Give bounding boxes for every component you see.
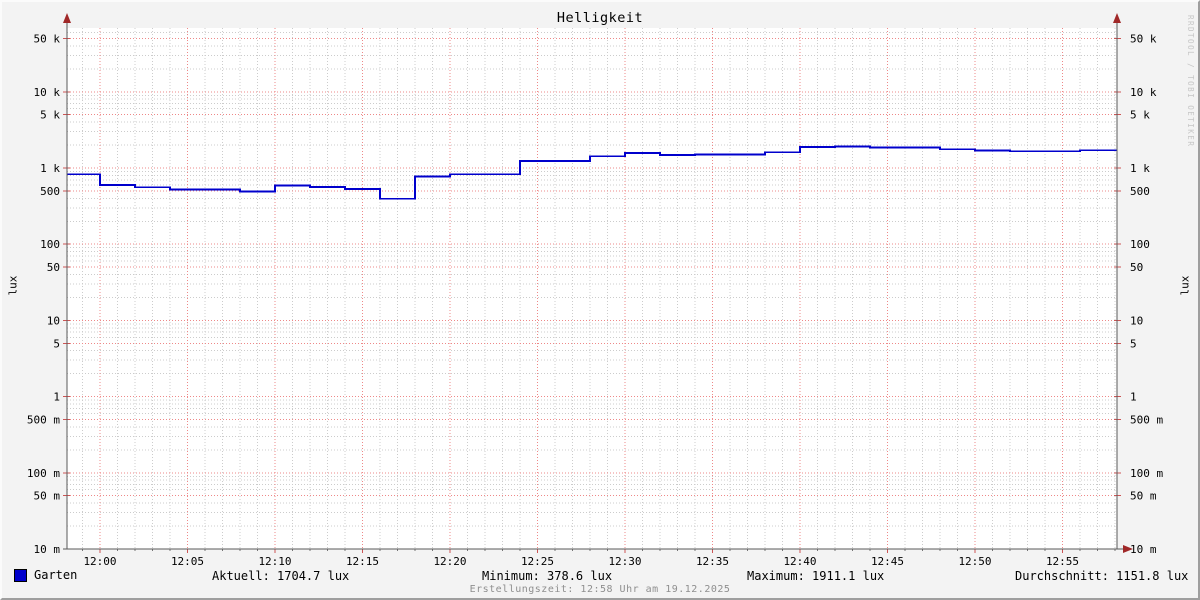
y-axis-unit-right: lux — [1178, 275, 1192, 296]
y-tick-label-left: 100 m — [27, 467, 60, 480]
y-axis-unit-left: lux — [6, 275, 20, 296]
y-tick-label-right: 50 m — [1130, 490, 1157, 503]
y-tick-label-right: 100 m — [1130, 467, 1163, 480]
chart-canvas: 50 k 50 k 10 k 10 k 5 k 5 k 1 k 1 k 500 500 100 100… — [27, 13, 1163, 568]
x-tick-label: 12:10 — [258, 555, 291, 568]
y-tick-label-right: 500 m — [1130, 414, 1163, 427]
y-axis-arrow-left — [63, 13, 71, 23]
legend-color-swatch — [14, 568, 27, 582]
y-tick-label-left: 1 — [53, 391, 60, 404]
y-tick-label-right: 50 k — [1130, 33, 1157, 46]
y-tick-label-right: 1 — [1130, 391, 1137, 404]
x-tick-label: 12:35 — [696, 555, 729, 568]
x-tick-label: 12:20 — [433, 555, 466, 568]
legend-garten: Garten — [14, 568, 77, 582]
y-tick-label-right: 10 m — [1130, 543, 1157, 556]
x-tick-label: 12:00 — [83, 555, 116, 568]
stat-minimum: Minimum: 378.6 lux — [482, 569, 613, 583]
stat-aktuell: Aktuell: 1704.7 lux — [212, 569, 350, 583]
plot-background — [67, 28, 1117, 549]
y-tick-label-right: 500 — [1130, 185, 1150, 198]
stat-maximum: Maximum: 1911.1 lux — [747, 569, 885, 583]
y-tick-label-left: 50 k — [34, 33, 61, 46]
y-tick-label-right: 1 k — [1130, 162, 1150, 175]
legend-stats-row: Garten Aktuell: 1704.7 lux Minimum: 378.… — [2, 568, 1198, 584]
y-tick-label-left: 10 — [47, 314, 60, 327]
x-tick-label: 12:15 — [346, 555, 379, 568]
x-tick-label: 12:40 — [783, 555, 816, 568]
y-tick-label-right: 50 — [1130, 261, 1143, 274]
y-tick-label-left: 10 k — [34, 86, 61, 99]
x-tick-label: 12:25 — [521, 555, 554, 568]
stat-durchschnitt: Durchschnitt: 1151.8 lux — [1015, 569, 1189, 583]
y-tick-label-right: 5 k — [1130, 109, 1150, 122]
y-tick-label-right: 10 k — [1130, 86, 1157, 99]
y-tick-label-left: 5 — [53, 337, 60, 350]
y-tick-label-right: 10 — [1130, 314, 1143, 327]
y-tick-label-left: 1 k — [40, 162, 60, 175]
x-tick-label: 12:55 — [1046, 555, 1079, 568]
y-axis-arrow-right — [1113, 13, 1121, 23]
y-tick-label-right: 100 — [1130, 238, 1150, 251]
rrdtool-graph: Helligkeit RRDTOOL / TOBI OETIKER 50 k 50… — [0, 0, 1200, 600]
y-tick-label-left: 500 m — [27, 414, 60, 427]
y-tick-label-left: 5 k — [40, 109, 60, 122]
creation-timestamp: Erstellungszeit: 12:58 Uhr am 19.12.2025 — [469, 584, 731, 595]
y-tick-label-left: 50 m — [34, 490, 61, 503]
y-tick-label-left: 10 m — [34, 543, 61, 556]
x-tick-label: 12:50 — [958, 555, 991, 568]
y-tick-label-right: 5 — [1130, 337, 1137, 350]
x-tick-label: 12:45 — [871, 555, 904, 568]
x-tick-label: 12:05 — [171, 555, 204, 568]
y-tick-label-left: 50 — [47, 261, 60, 274]
y-tick-label-left: 500 — [40, 185, 60, 198]
legend-label: Garten — [34, 568, 78, 582]
y-tick-label-left: 100 — [40, 238, 60, 251]
x-tick-label: 12:30 — [608, 555, 641, 568]
